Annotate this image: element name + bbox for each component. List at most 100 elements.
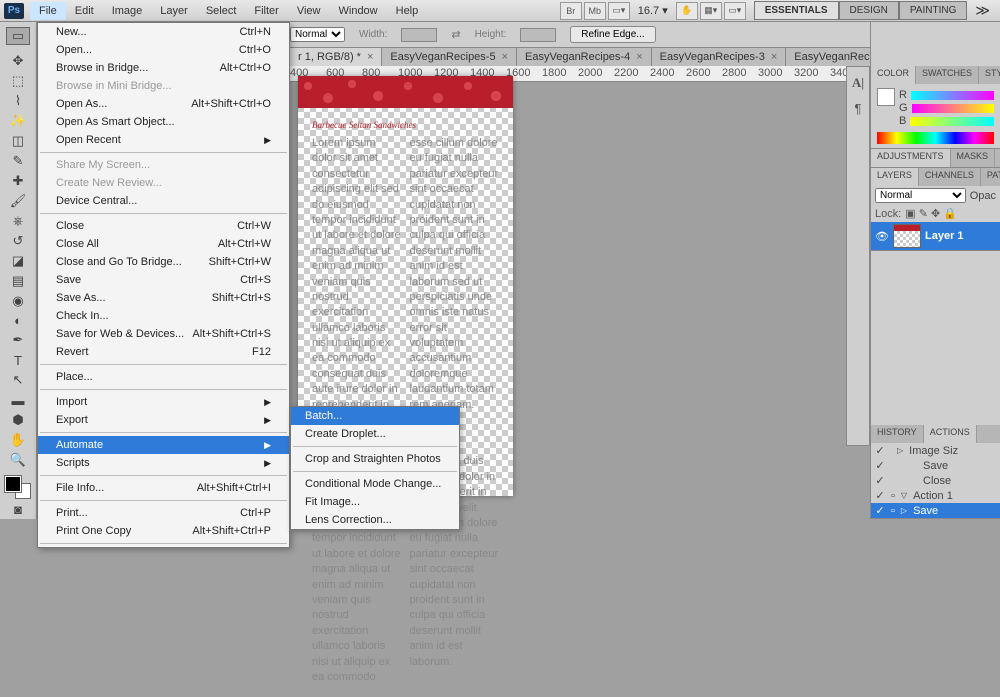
tab-swatches[interactable]: SWATCHES [916,66,979,84]
document-tab[interactable]: r 1, RGB/8) *× [290,48,382,66]
workspace-design[interactable]: DESIGN [839,1,899,20]
blend-mode-select[interactable]: Normal [875,188,966,203]
width-field[interactable] [401,28,437,42]
menu-item-close-all[interactable]: Close AllAlt+Ctrl+W [38,235,289,253]
zoom-tool-icon[interactable]: 🔍 [6,451,30,469]
menu-item-revert[interactable]: RevertF12 [38,343,289,361]
tab-actions[interactable]: ACTIONS [924,425,977,443]
document-tab[interactable]: EasyVeganRecipes-5× [382,48,517,66]
quickmask-icon[interactable]: ◙ [6,500,30,518]
healing-tool-icon[interactable]: ✚ [6,172,30,190]
document-tab[interactable]: EasyVeganRecipes-4× [517,48,652,66]
crop-tool-icon[interactable]: ◫ [6,132,30,150]
menu-item-print-one-copy[interactable]: Print One CopyAlt+Shift+Ctrl+P [38,522,289,540]
g-slider[interactable] [912,104,994,113]
tab-paths[interactable]: PATH [981,168,1000,186]
close-icon[interactable]: × [636,51,642,63]
action-row[interactable]: ✓▷Image Siz [871,443,1000,458]
hand-tool-icon[interactable]: ✋ [676,2,698,20]
menu-item-save-as[interactable]: Save As...Shift+Ctrl+S [38,289,289,307]
menu-item-automate[interactable]: Automate▶ [38,436,289,454]
menu-item-print[interactable]: Print...Ctrl+P [38,504,289,522]
pen-tool-icon[interactable]: ✒ [6,331,30,349]
submenu-item-batch[interactable]: Batch... [291,407,459,425]
color-swatches[interactable] [5,476,31,499]
wand-tool-icon[interactable]: ✨ [6,112,30,130]
menu-item-new[interactable]: New...Ctrl+N [38,23,289,41]
shape-tool-icon[interactable]: ▬ [6,391,30,409]
menu-item-close[interactable]: CloseCtrl+W [38,217,289,235]
tab-color[interactable]: COLOR [871,66,916,84]
eyedropper-tool-icon[interactable]: ✎ [6,152,30,170]
r-slider[interactable] [911,91,994,100]
tab-channels[interactable]: CHANNELS [919,168,981,186]
stamp-tool-icon[interactable]: ⎈ [6,212,30,230]
lasso-tool-icon[interactable]: ⌇ [6,92,30,110]
menu-item-check-in[interactable]: Check In... [38,307,289,325]
workspace-painting[interactable]: PAINTING [899,1,967,20]
marquee-rect-tool-icon[interactable]: ⬚ [6,72,30,90]
fg-color-swatch[interactable] [877,88,895,106]
character-panel-icon[interactable]: A| [852,75,864,91]
3d-tool-icon[interactable]: ⬢ [6,411,30,429]
hand-tool-icon2[interactable]: ✋ [6,431,30,449]
menu-image[interactable]: Image [103,2,152,20]
path-tool-icon[interactable]: ↖ [6,371,30,389]
menu-item-import[interactable]: Import▶ [38,393,289,411]
tab-masks[interactable]: MASKS [951,149,996,167]
menu-view[interactable]: View [288,2,330,20]
menu-item-browse-in-bridge[interactable]: Browse in Bridge...Alt+Ctrl+O [38,59,289,77]
submenu-item-conditional-mode-change[interactable]: Conditional Mode Change... [291,475,459,493]
menu-item-open-recent[interactable]: Open Recent▶ [38,131,289,149]
view-extras-icon[interactable]: ▭▾ [608,2,630,20]
menu-item-open-as[interactable]: Open As...Alt+Shift+Ctrl+O [38,95,289,113]
tab-layers[interactable]: LAYERS [871,168,919,186]
gradient-tool-icon[interactable]: ▤ [6,272,30,290]
document-tab[interactable]: EasyVeganRecipes-2× [786,48,870,66]
close-icon[interactable]: × [367,51,373,63]
launch-minibridge-icon[interactable]: Mb [584,2,606,20]
zoom-level[interactable]: 16.7 ▾ [632,4,674,17]
eraser-tool-icon[interactable]: ◪ [6,252,30,270]
submenu-item-fit-image[interactable]: Fit Image... [291,493,459,511]
marquee-tool-icon[interactable]: ▭ [6,27,30,45]
action-row[interactable]: ✓Save [871,458,1000,473]
action-row[interactable]: ✓▫▷Save [871,503,1000,518]
height-field[interactable] [520,28,556,42]
paragraph-panel-icon[interactable]: ¶ [855,101,862,116]
menu-filter[interactable]: Filter [245,2,287,20]
screen-mode-icon[interactable]: ▭▾ [724,2,746,20]
menu-edit[interactable]: Edit [66,2,103,20]
menu-item-open[interactable]: Open...Ctrl+O [38,41,289,59]
layer-row-1[interactable]: 👁 Layer 1 [871,222,1000,250]
move-tool-icon[interactable]: ✥ [6,53,30,71]
submenu-item-create-droplet[interactable]: Create Droplet... [291,425,459,443]
menu-item-export[interactable]: Export▶ [38,411,289,429]
close-icon[interactable]: × [502,51,508,63]
action-row[interactable]: ✓▫▽Action 1 [871,488,1000,503]
launch-bridge-icon[interactable]: Br [560,2,582,20]
submenu-item-lens-correction[interactable]: Lens Correction... [291,511,459,529]
menu-item-open-as-smart-object[interactable]: Open As Smart Object... [38,113,289,131]
dodge-tool-icon[interactable]: ◐ [6,311,30,329]
action-row[interactable]: ✓Close [871,473,1000,488]
swap-icon[interactable]: ⇄ [451,28,460,41]
type-tool-icon[interactable]: T [6,351,30,369]
menu-item-save-for-web-devices[interactable]: Save for Web & Devices...Alt+Shift+Ctrl+… [38,325,289,343]
workspace-essentials[interactable]: ESSENTIALS [754,1,839,20]
document-tab[interactable]: EasyVeganRecipes-3× [652,48,787,66]
workspace-more-icon[interactable]: ≫ [969,2,996,19]
tab-history[interactable]: HISTORY [871,425,924,443]
menu-item-save[interactable]: SaveCtrl+S [38,271,289,289]
b-slider[interactable] [910,117,994,126]
submenu-item-crop-and-straighten-photos[interactable]: Crop and Straighten Photos [291,450,459,468]
blur-tool-icon[interactable]: ◉ [6,292,30,310]
close-icon[interactable]: × [771,51,777,63]
layer-select[interactable]: Normal [290,27,345,42]
menu-window[interactable]: Window [330,2,387,20]
menu-help[interactable]: Help [387,2,428,20]
tab-adjustments[interactable]: ADJUSTMENTS [871,149,951,167]
arrange-docs-icon[interactable]: ▦▾ [700,2,722,20]
menu-item-place[interactable]: Place... [38,368,289,386]
tab-styles[interactable]: STYL [979,66,1000,84]
